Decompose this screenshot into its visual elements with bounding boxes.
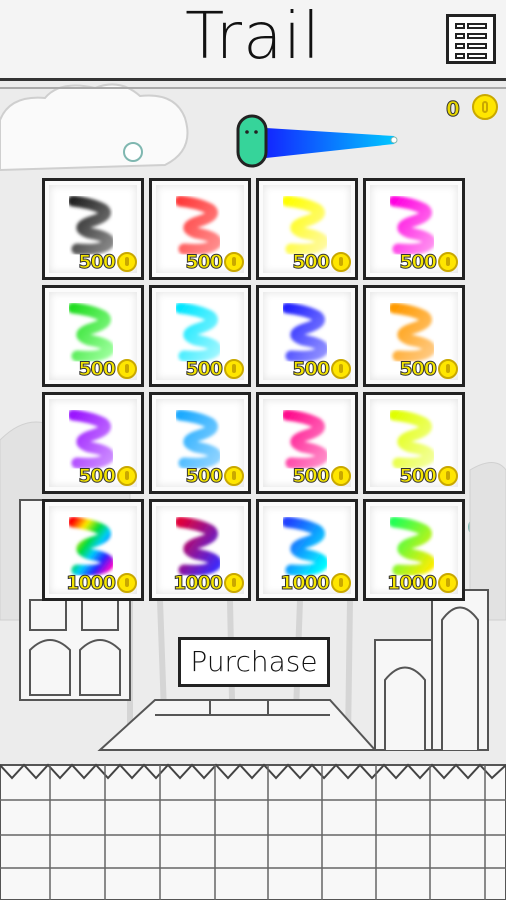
trail-item[interactable]: 500 [149, 285, 251, 387]
trail-item[interactable]: 500 [149, 178, 251, 280]
header-bar: Trail [0, 0, 506, 81]
purchase-button[interactable]: Purchase [178, 637, 330, 687]
coin-icon [117, 359, 137, 379]
coin-icon [438, 573, 458, 593]
item-price: 500 [185, 358, 224, 380]
coin-icon [438, 359, 458, 379]
item-price: 500 [399, 251, 438, 273]
coin-icon [224, 252, 244, 272]
item-price: 500 [185, 465, 224, 487]
trail-item[interactable]: 500 [363, 392, 465, 494]
coin-icon [438, 252, 458, 272]
item-price: 1000 [280, 572, 331, 594]
trail-item[interactable]: 500 [256, 392, 358, 494]
coin-icon [224, 359, 244, 379]
item-price: 1000 [173, 572, 224, 594]
trail-item[interactable]: 500 [42, 392, 144, 494]
item-price: 1000 [387, 572, 438, 594]
item-price: 500 [399, 465, 438, 487]
trail-item[interactable]: 500 [42, 178, 144, 280]
trail-item[interactable]: 1000 [363, 499, 465, 601]
coin-balance: 0 [446, 97, 461, 122]
trail-preview [236, 114, 398, 168]
coin-icon [117, 466, 137, 486]
trail-item[interactable]: 1000 [42, 499, 144, 601]
item-price: 500 [185, 251, 224, 273]
trail-item[interactable]: 500 [256, 285, 358, 387]
item-price: 500 [78, 358, 117, 380]
page-title: Trail [185, 0, 321, 74]
coin-icon [331, 252, 351, 272]
coin-icon [472, 94, 498, 120]
coin-icon [224, 466, 244, 486]
coin-icon [117, 252, 137, 272]
coin-icon [331, 466, 351, 486]
trail-item[interactable]: 500 [149, 392, 251, 494]
player-character [236, 114, 268, 168]
trail-item[interactable]: 1000 [256, 499, 358, 601]
item-price: 500 [292, 465, 331, 487]
grid-menu-icon[interactable] [446, 14, 496, 64]
trail-item[interactable]: 500 [256, 178, 358, 280]
item-price: 1000 [66, 572, 117, 594]
item-price: 500 [399, 358, 438, 380]
coin-icon [117, 573, 137, 593]
coin-icon [438, 466, 458, 486]
trail-item[interactable]: 500 [363, 178, 465, 280]
trail-item[interactable]: 500 [42, 285, 144, 387]
coin-icon [331, 573, 351, 593]
item-price: 500 [78, 465, 117, 487]
trail-item[interactable]: 1000 [149, 499, 251, 601]
item-price: 500 [78, 251, 117, 273]
coin-icon [224, 573, 244, 593]
item-price: 500 [292, 358, 331, 380]
item-price: 500 [292, 251, 331, 273]
coin-icon [331, 359, 351, 379]
trail-item[interactable]: 500 [363, 285, 465, 387]
